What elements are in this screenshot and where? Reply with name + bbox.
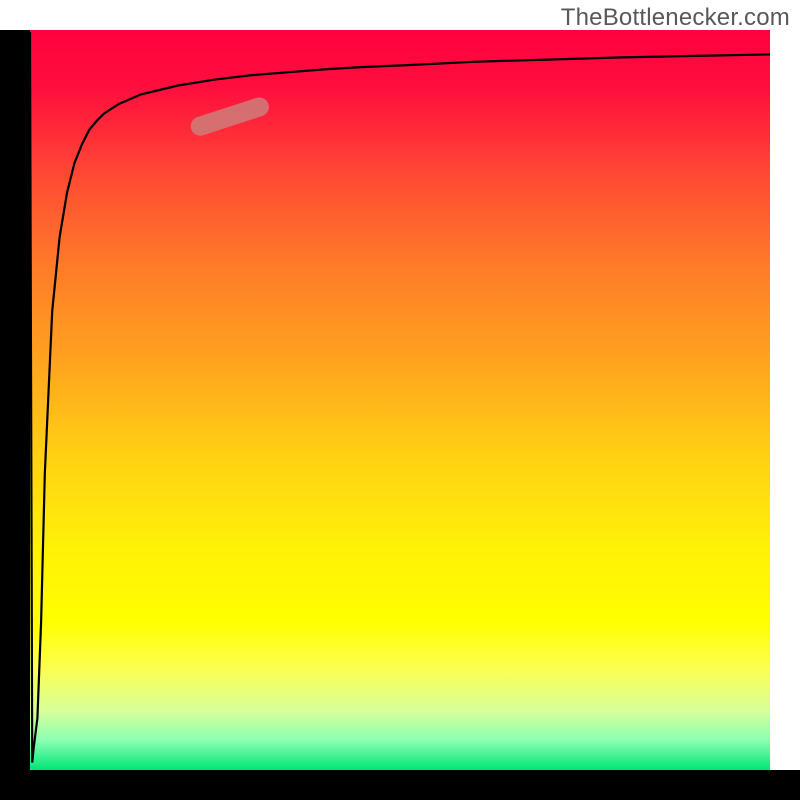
chart-container: TheBottlenecker.com	[0, 0, 800, 800]
x-axis	[0, 770, 800, 800]
y-axis	[0, 30, 30, 800]
chart-svg	[0, 0, 800, 800]
plot-background	[30, 30, 770, 770]
